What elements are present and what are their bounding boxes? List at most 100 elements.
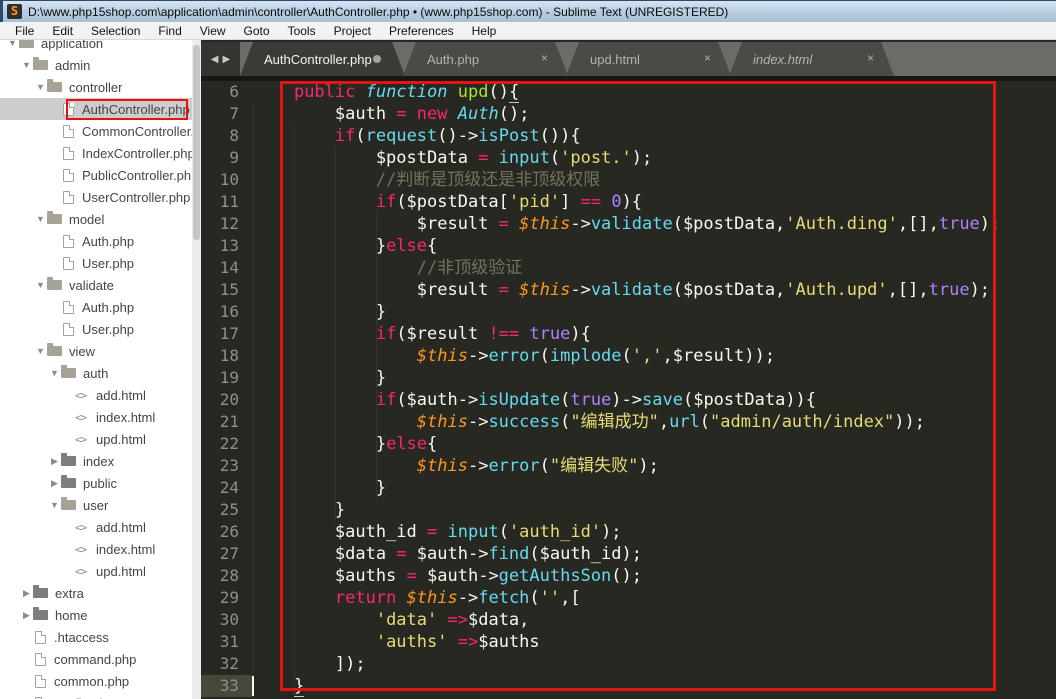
chevron-down-icon[interactable]: ▼ xyxy=(34,214,47,224)
tree-item-publiccontroller-php[interactable]: PublicController.php xyxy=(0,164,192,186)
tree-item-user-php[interactable]: User.php xyxy=(0,252,192,274)
code-line-19[interactable]: } xyxy=(253,367,1056,389)
tab-auth-php[interactable]: Auth.php × xyxy=(403,42,568,76)
tree-item-commoncontroller-php[interactable]: CommonController.php xyxy=(0,120,192,142)
tree-item-upd-html[interactable]: <> upd.html xyxy=(0,428,192,450)
menu-item-view[interactable]: View xyxy=(191,22,235,40)
code-line-31[interactable]: 'auths' =>$auths xyxy=(253,631,1056,653)
code-line-14[interactable]: //非顶级验证 xyxy=(253,257,1056,279)
chevron-down-icon[interactable]: ▼ xyxy=(34,82,47,92)
code-line-13[interactable]: }else{ xyxy=(253,235,1056,257)
code-line-20[interactable]: if($auth->isUpdate(true)->save($postData… xyxy=(253,389,1056,411)
tab-index-html[interactable]: index.html × xyxy=(729,42,894,76)
code-line-28[interactable]: $auths = $auth->getAuthsSon(); xyxy=(253,565,1056,587)
chevron-down-icon[interactable]: ▼ xyxy=(6,40,19,48)
tree-item-auth-php[interactable]: Auth.php xyxy=(0,230,192,252)
tree-item-model[interactable]: ▼ model xyxy=(0,208,192,230)
tree-item-view[interactable]: ▼ view xyxy=(0,340,192,362)
code-line-9[interactable]: $postData = input('post.'); xyxy=(253,147,1056,169)
code-line-22[interactable]: }else{ xyxy=(253,433,1056,455)
main-area: ▼ application ▼ admin ▼ controller AuthControl… xyxy=(0,40,1056,699)
close-icon[interactable]: × xyxy=(867,51,874,66)
tab-scroll-right-icon[interactable]: ▶ xyxy=(223,54,231,65)
tree-item-label: view xyxy=(69,343,96,359)
tree-item-index-html[interactable]: <> index.html xyxy=(0,406,192,428)
tree-item-add-html[interactable]: <> add.html xyxy=(0,384,192,406)
code-line-10[interactable]: //判断是顶级还是非顶级权限 xyxy=(253,169,1056,191)
menu-item-help[interactable]: Help xyxy=(463,22,506,40)
tree-item-usercontroller-php[interactable]: UserController.php xyxy=(0,186,192,208)
menu-item-file[interactable]: File xyxy=(6,22,43,40)
tree-item-validate[interactable]: ▼ validate xyxy=(0,274,192,296)
tree-item-index[interactable]: ▶ index xyxy=(0,450,192,472)
menu-item-goto[interactable]: Goto xyxy=(235,22,279,40)
code-line-15[interactable]: $result = $this->validate($postData,'Aut… xyxy=(253,279,1056,301)
menu-item-selection[interactable]: Selection xyxy=(82,22,149,40)
tab-scroll-left-icon[interactable]: ◀ xyxy=(211,54,219,65)
code-line-30[interactable]: 'data' =>$data, xyxy=(253,609,1056,631)
code-line-12[interactable]: $result = $this->validate($postData,'Aut… xyxy=(253,213,1056,235)
chevron-right-icon[interactable]: ▶ xyxy=(20,588,33,599)
code-line-17[interactable]: if($result !== true){ xyxy=(253,323,1056,345)
tree-item-upd-html[interactable]: <> upd.html xyxy=(0,560,192,582)
code-line-29[interactable]: return $this->fetch('',[ xyxy=(253,587,1056,609)
tree-item-htaccess[interactable]: .htaccess xyxy=(0,626,192,648)
tree-item-authcontroller-php[interactable]: AuthController.php xyxy=(0,98,192,120)
menu-item-preferences[interactable]: Preferences xyxy=(380,22,463,40)
code-line-6[interactable]: public function upd(){ xyxy=(253,81,1056,103)
code-line-7[interactable]: $auth = new Auth(); xyxy=(253,103,1056,125)
code-line-27[interactable]: $data = $auth->find($auth_id); xyxy=(253,543,1056,565)
tab-authcontroller-php[interactable]: AuthController.php xyxy=(240,42,405,76)
chevron-down-icon[interactable]: ▼ xyxy=(20,60,33,70)
tree-item-label: add.html xyxy=(96,519,146,535)
code-line-25[interactable]: } xyxy=(253,499,1056,521)
code-line-21[interactable]: $this->success("编辑成功",url("admin/auth/in… xyxy=(253,411,1056,433)
tree-item-index-html[interactable]: <> index.html xyxy=(0,538,192,560)
menu-item-tools[interactable]: Tools xyxy=(279,22,325,40)
code-line-11[interactable]: if($postData['pid'] == 0){ xyxy=(253,191,1056,213)
close-icon[interactable]: × xyxy=(704,51,711,66)
tree-item-auth[interactable]: ▼ auth xyxy=(0,362,192,384)
code-line-16[interactable]: } xyxy=(253,301,1056,323)
code-line-23[interactable]: $this->error("编辑失败"); xyxy=(253,455,1056,477)
tree-item-admin[interactable]: ▼ admin xyxy=(0,54,192,76)
tree-item-common-php[interactable]: common.php xyxy=(0,670,192,692)
tree-item-public[interactable]: ▶ public xyxy=(0,472,192,494)
chevron-down-icon[interactable]: ▼ xyxy=(34,346,47,356)
tree-item-home[interactable]: ▶ home xyxy=(0,604,192,626)
tree-item-indexcontroller-php[interactable]: IndexController.php xyxy=(0,142,192,164)
chevron-right-icon[interactable]: ▶ xyxy=(48,478,61,489)
tree-item-command-php[interactable]: command.php xyxy=(0,648,192,670)
file-icon xyxy=(63,102,74,116)
tree-item-label: UserController.php xyxy=(82,189,191,205)
tree-item-application[interactable]: ▼ application xyxy=(0,40,192,54)
tree-item-add-html[interactable]: <> add.html xyxy=(0,516,192,538)
title-bar[interactable]: S D:\www.php15shop.com\application\admin… xyxy=(0,0,1056,22)
code-editor[interactable]: 6 7 8 9 10 11 12 13 14 15 16 17 18 19 20 21 22 23 24 25 26 27… xyxy=(201,81,1056,699)
menu-item-edit[interactable]: Edit xyxy=(43,22,82,40)
chevron-right-icon[interactable]: ▶ xyxy=(48,456,61,467)
chevron-down-icon[interactable]: ▼ xyxy=(48,368,61,378)
chevron-right-icon[interactable]: ▶ xyxy=(20,610,33,621)
code-line-8[interactable]: if(request()->isPost()){ xyxy=(253,125,1056,147)
code-line-26[interactable]: $auth_id = input('auth_id'); xyxy=(253,521,1056,543)
tab-upd-html[interactable]: upd.html × xyxy=(566,42,731,76)
tree-item-controller[interactable]: ▼ controller xyxy=(0,76,192,98)
tree-item-user-php[interactable]: User.php xyxy=(0,318,192,340)
tree-item-extra[interactable]: ▶ extra xyxy=(0,582,192,604)
sidebar-scrollbar-thumb[interactable] xyxy=(193,45,200,240)
code-line-32[interactable]: ]); xyxy=(253,653,1056,675)
close-icon[interactable]: × xyxy=(541,51,548,66)
tree-item-auth-php[interactable]: Auth.php xyxy=(0,296,192,318)
menu-item-project[interactable]: Project xyxy=(325,22,380,40)
tree-item-label: model xyxy=(69,211,105,227)
code-line-24[interactable]: } xyxy=(253,477,1056,499)
code-line-33[interactable]: } xyxy=(253,675,1056,697)
tree-item-user[interactable]: ▼ user xyxy=(0,494,192,516)
sidebar-scrollbar[interactable] xyxy=(192,40,201,699)
code-line-18[interactable]: $this->error(implode(',',$result)); xyxy=(253,345,1056,367)
tree-item-config-php[interactable]: config.php xyxy=(0,692,192,699)
chevron-down-icon[interactable]: ▼ xyxy=(34,280,47,290)
chevron-down-icon[interactable]: ▼ xyxy=(48,500,61,510)
menu-item-find[interactable]: Find xyxy=(149,22,190,40)
